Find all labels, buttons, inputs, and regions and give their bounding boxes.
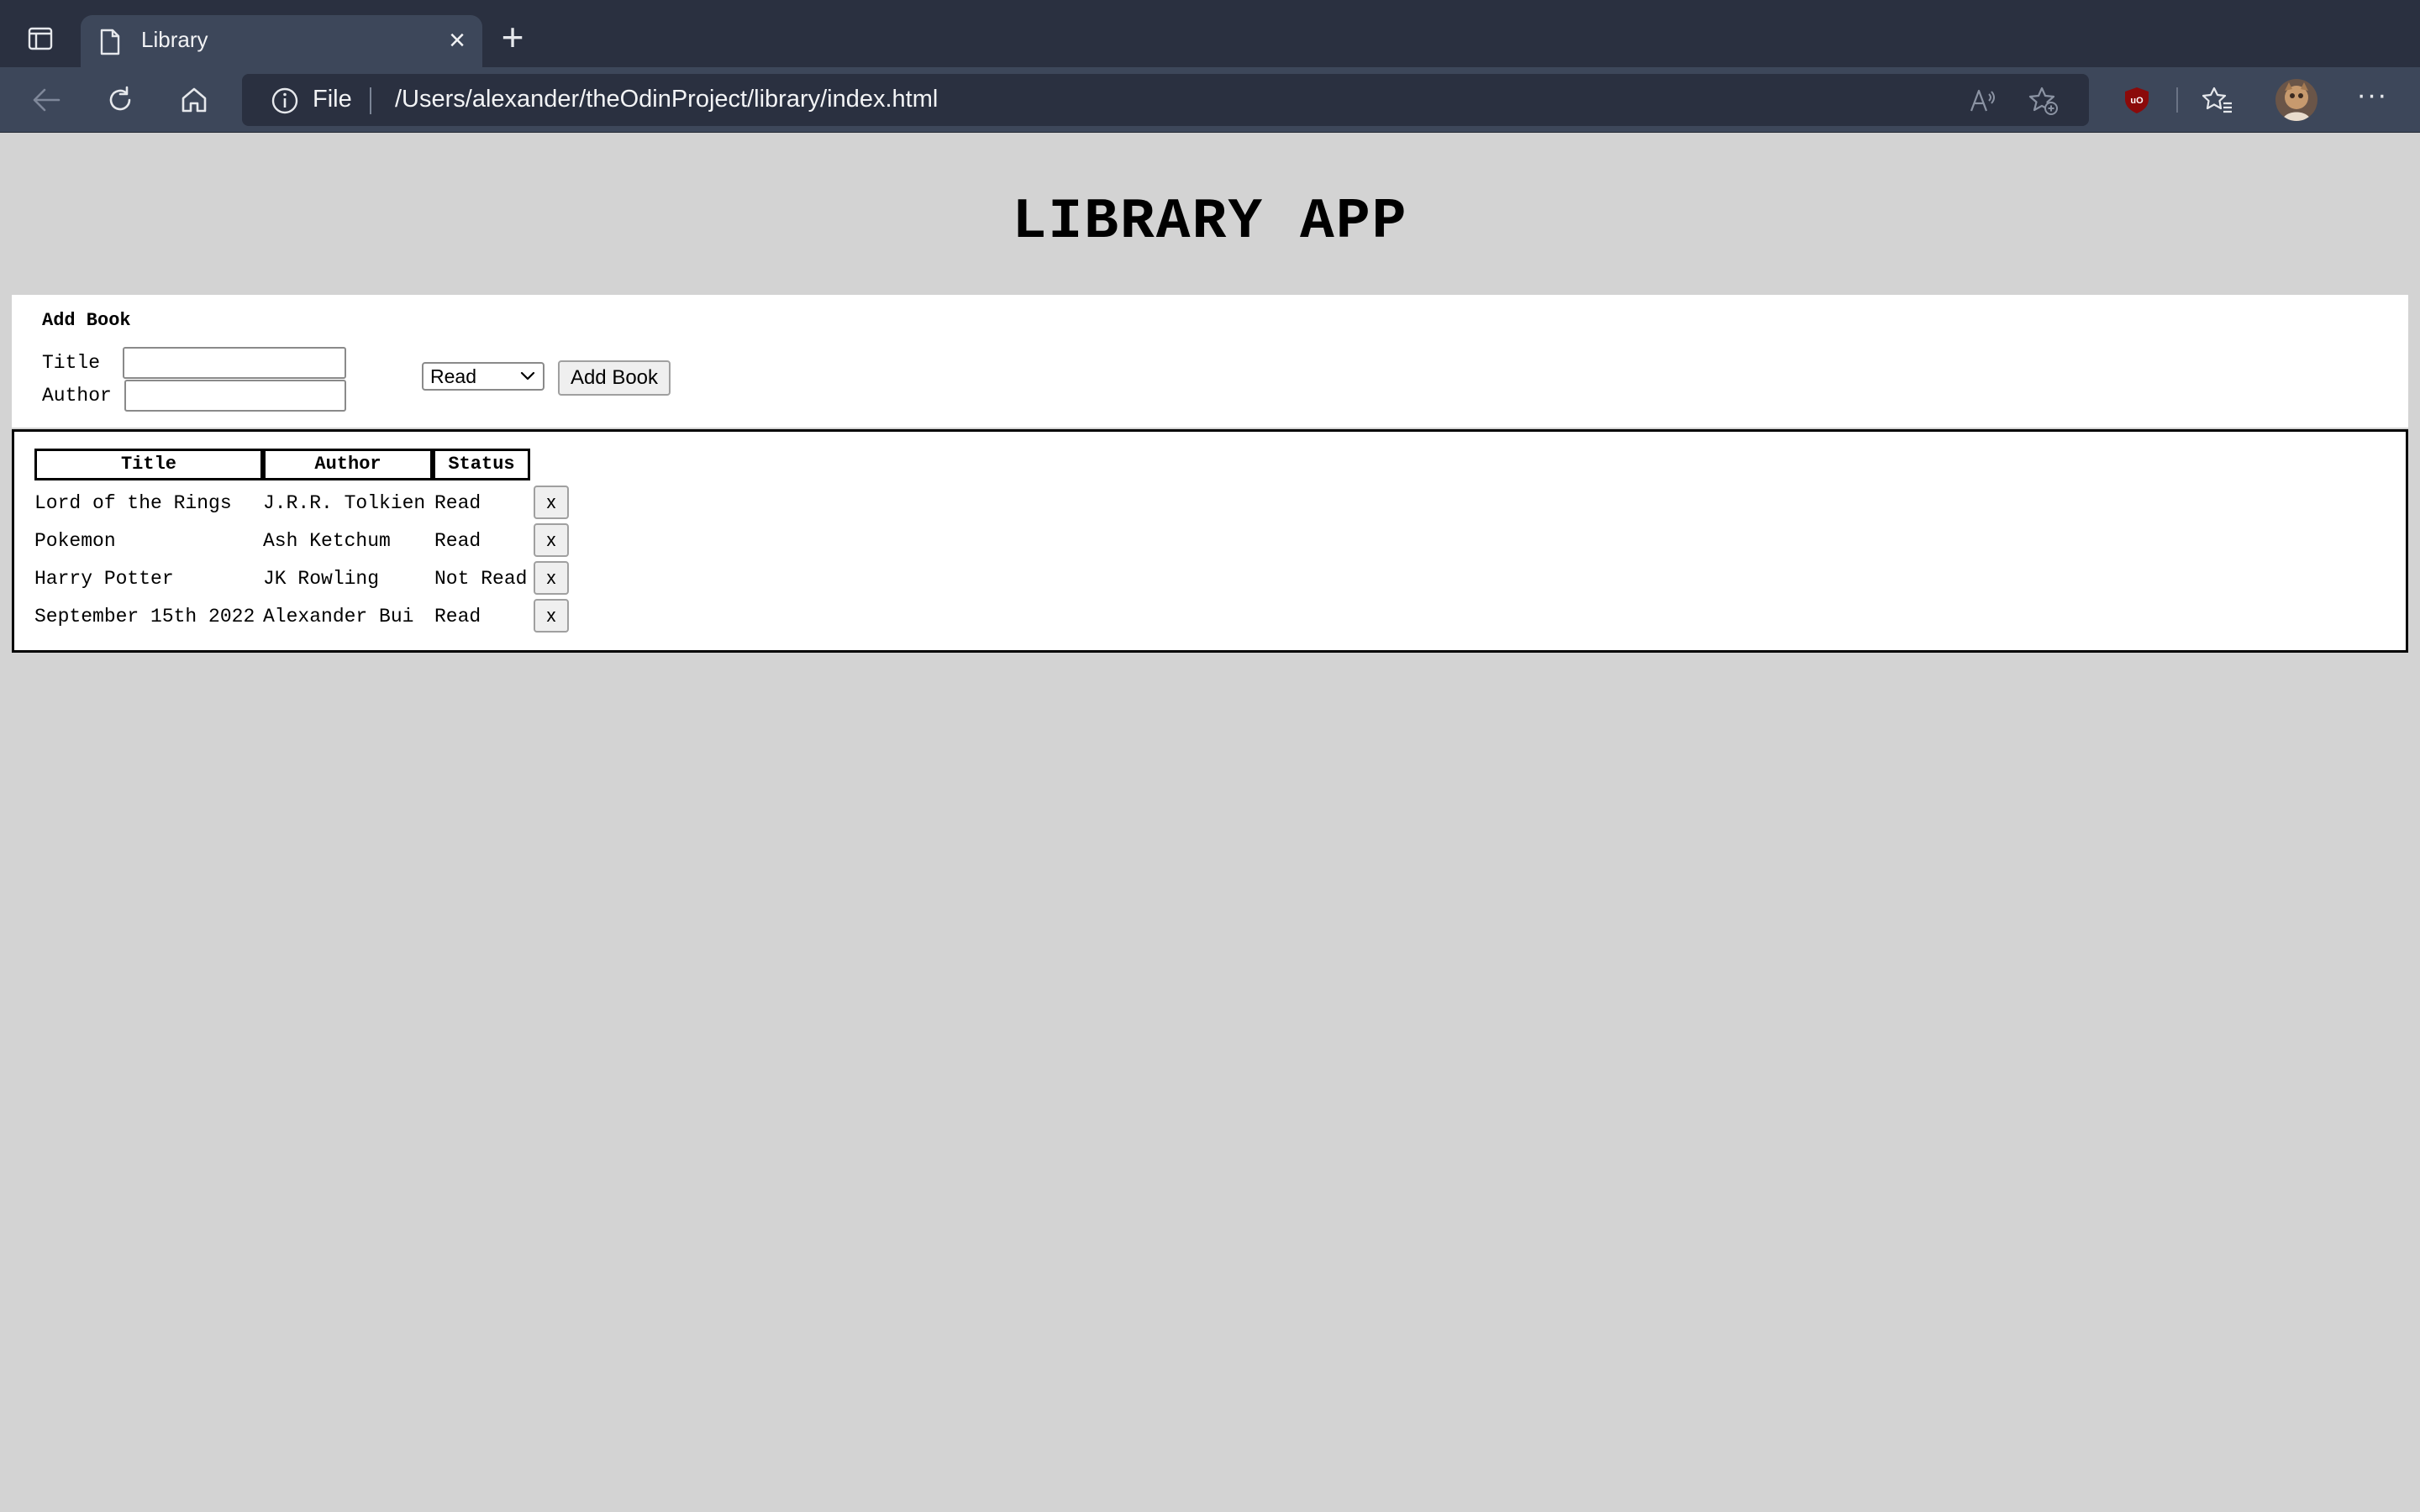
status-select[interactable]: Read xyxy=(422,362,544,391)
cell-author: Alexander Bui xyxy=(263,606,414,627)
column-header-title: Title xyxy=(34,449,263,480)
column-header-status: Status xyxy=(433,449,530,480)
delete-row-button[interactable]: x xyxy=(534,599,569,633)
add-book-form: Add Book Title Author Read Add Book xyxy=(12,295,2408,428)
cell-status: Read xyxy=(434,530,481,552)
browser-tab[interactable]: Library × xyxy=(81,15,482,67)
cell-title: September 15th 2022 xyxy=(34,606,255,627)
reload-icon[interactable] xyxy=(101,81,139,119)
tab-actions-icon[interactable] xyxy=(24,22,57,55)
back-icon[interactable] xyxy=(27,81,66,119)
info-icon[interactable] xyxy=(271,87,299,119)
cell-author: Ash Ketchum xyxy=(263,530,391,552)
chevron-down-icon xyxy=(519,369,536,386)
cell-author: JK Rowling xyxy=(263,568,380,590)
url-scheme-label: File xyxy=(313,86,352,113)
tab-close-icon[interactable]: × xyxy=(440,24,474,57)
cell-title: Pokemon xyxy=(34,530,116,552)
form-heading: Add Book xyxy=(42,310,131,331)
page-body: LIBRARY APP Add Book Title Author Read A… xyxy=(0,133,2420,1512)
author-label: Author xyxy=(42,385,112,407)
more-options-icon[interactable]: ··· xyxy=(2353,81,2391,119)
author-input[interactable] xyxy=(124,380,346,412)
title-input[interactable] xyxy=(123,347,346,379)
cell-title: Harry Potter xyxy=(34,568,174,590)
status-select-value: Read xyxy=(430,365,476,387)
cell-title: Lord of the Rings xyxy=(34,492,232,514)
books-table: Title Author Status Lord of the Rings J.… xyxy=(12,429,2408,653)
ublock-extension-icon[interactable]: uO xyxy=(2123,86,2151,114)
browser-toolbar: File /Users/alexander/theOdinProject/lib… xyxy=(0,67,2420,133)
add-favorite-icon[interactable] xyxy=(2028,86,2059,116)
tab-title: Library xyxy=(141,27,208,52)
cell-status: Read xyxy=(434,492,481,514)
read-aloud-icon[interactable] xyxy=(1968,86,1998,116)
add-book-button[interactable]: Add Book xyxy=(558,360,671,396)
title-label: Title xyxy=(42,352,101,374)
svg-text:uO: uO xyxy=(2130,96,2144,106)
address-divider xyxy=(370,87,371,114)
new-tab-icon[interactable]: + xyxy=(494,18,531,57)
url-text[interactable]: /Users/alexander/theOdinProject/library/… xyxy=(395,86,938,113)
delete-row-button[interactable]: x xyxy=(534,486,569,519)
delete-row-button[interactable]: x xyxy=(534,561,569,595)
document-icon xyxy=(99,29,121,60)
address-bar[interactable]: File /Users/alexander/theOdinProject/lib… xyxy=(242,74,2089,126)
cell-author: J.R.R. Tolkien xyxy=(263,492,426,514)
tab-strip: Library × + xyxy=(0,0,2420,67)
cell-status: Read xyxy=(434,606,481,627)
cell-status: Not Read xyxy=(434,568,528,590)
page-title: LIBRARY APP xyxy=(1012,190,1408,255)
column-header-author: Author xyxy=(263,449,433,480)
favorites-icon[interactable] xyxy=(2198,81,2237,119)
toolbar-divider xyxy=(2176,87,2178,113)
profile-avatar[interactable] xyxy=(2275,79,2317,121)
delete-row-button[interactable]: x xyxy=(534,523,569,557)
home-icon[interactable] xyxy=(175,81,213,119)
